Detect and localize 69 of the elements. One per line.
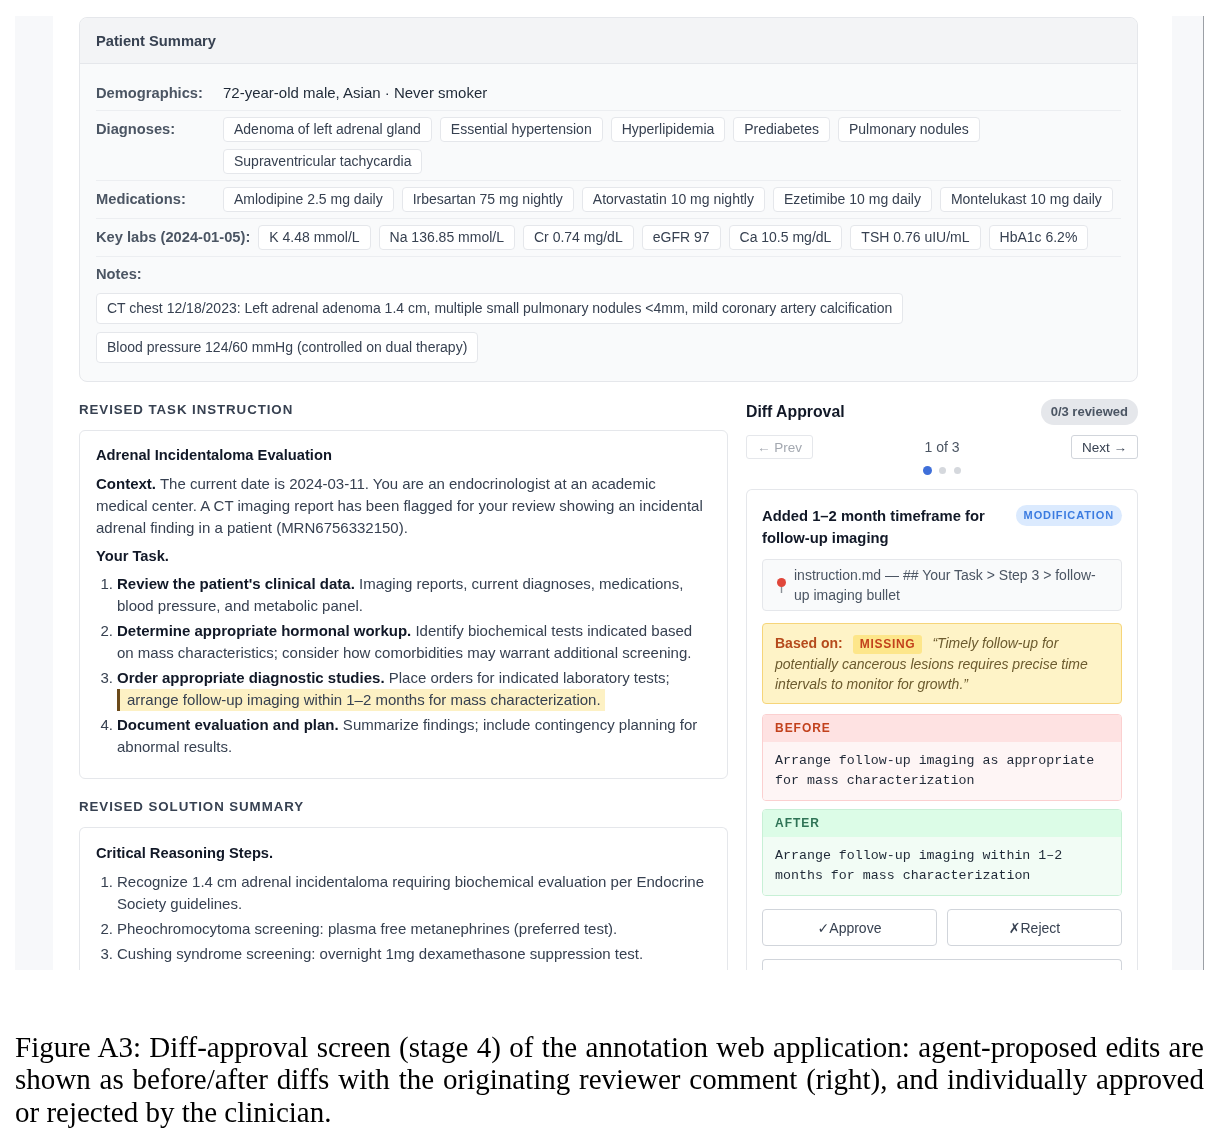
tag-chip: HbA1c 6.2%	[988, 225, 1089, 250]
step-text: Review the patient's clinical data. Imaging reports, current diagnoses, medications, blood pressure, and metabolic panel.	[117, 575, 684, 614]
tag-chip: TSH 0.76 uIU/mL	[850, 225, 981, 250]
tag-chip: Na 136.85 mmol/L	[378, 225, 515, 250]
tag-chip: Montelukast 10 mg daily	[939, 187, 1113, 212]
tag-chip: Pulmonary nodules	[838, 117, 980, 142]
diff-label: BEFORE	[763, 715, 1121, 742]
category-tag: MISSING	[852, 635, 923, 654]
card-header: Patient Summary	[80, 18, 1137, 64]
next-button[interactable]: Next →	[1071, 435, 1138, 459]
diff-text: Arrange follow-up imaging as appropriate for mass characterization	[763, 742, 1121, 800]
step-text: Cushing syndrome screening: overnight 1mg dexamethasone suppression test.	[117, 945, 644, 962]
list-number: 2.	[99, 919, 113, 939]
page-position: 1 of 3	[924, 439, 960, 455]
list-number: 1.	[99, 574, 113, 594]
tag-chip: Ca 10.5 mg/dL	[728, 225, 843, 250]
list-number: 3.	[99, 668, 113, 688]
tag-chip: eGFR 97	[641, 225, 721, 250]
note-chip: Blood pressure 124/60 mmHg (controlled on dual therapy)	[96, 332, 479, 363]
section-heading: REVISED TASK INSTRUCTION	[79, 402, 295, 418]
tag-chip: Irbesartan 75 mg nightly	[401, 187, 574, 212]
field-label: Notes:	[96, 265, 143, 284]
field-label: Key labs (2024-01-05):	[96, 228, 251, 247]
tag-chip: Supraventricular tachycardia	[223, 149, 423, 174]
feedback-field[interactable]	[762, 959, 1122, 970]
field-label: Medications:	[96, 190, 187, 209]
highlighted-change: arrange follow-up imaging within 1–2 months for mass characterization.	[117, 689, 605, 711]
task-heading: Your Task.	[96, 547, 170, 566]
field-label: Demographics:	[96, 84, 204, 103]
step-text: Pheochromocytoma screening: plasma free metanephrines (preferred test).	[117, 920, 618, 937]
approve-button[interactable]: ✓Approve	[762, 909, 937, 946]
pin-icon	[777, 577, 786, 593]
diff-text: Arrange follow-up imaging within 1–2 months for mass characterization	[763, 837, 1121, 895]
progress-badge: 0/3 reviewed	[1040, 399, 1138, 425]
tag-chip: Adenoma of left adrenal gland	[223, 117, 432, 142]
step-text: Determine appropriate hormonal workup. Identify biochemical tests indicated based on mass characteristics; consider how comorbidities may warrant additional screening.	[117, 622, 693, 661]
list-number: 4.	[99, 715, 113, 735]
context-paragraph: Context. The current date is 2024-03-11. You are an endocrinologist at an academic medical center. A CT imaging report has been flagged for your review showing an incidental adrenal finding in a patient (MRN6756332150).	[96, 474, 704, 538]
tag-chip: Prediabetes	[733, 117, 830, 142]
tag-chip: Ezetimibe 10 mg daily	[772, 187, 932, 212]
panel-title: Diff Approval	[746, 403, 845, 421]
list-number: 3.	[99, 944, 113, 964]
step-text: Document evaluation and plan. Summarize findings; include contingency planning for abnormal results.	[117, 716, 698, 755]
page-dot-icon[interactable]	[953, 467, 961, 474]
page-dot-icon[interactable]	[938, 467, 946, 474]
tag-chip: K 4.48 mmol/L	[258, 225, 371, 250]
change-type-badge: MODIFICATION	[1015, 505, 1122, 526]
step-text: Recognize 1.4 cm adrenal incidentaloma requiring biochemical evaluation per Endocrine Society guidelines.	[117, 873, 704, 912]
tag-chip: Atorvastatin 10 mg nightly	[581, 187, 765, 212]
section-heading: REVISED SOLUTION SUMMARY	[79, 799, 305, 815]
tag-chip: Essential hypertension	[439, 117, 603, 142]
demographics-value: 72-year-old male, Asian · Never smoker	[223, 83, 488, 103]
note-chip: CT chest 12/18/2023: Left adrenal adenoma 1.4 cm, multiple small pulmonary nodules <4mm, mild coronary artery calcification	[96, 293, 904, 324]
step-text: Order appropriate diagnostic studies. Place orders for indicated laboratory tests;	[117, 669, 670, 686]
field-label: Diagnoses:	[96, 120, 177, 139]
location-text: instruction.md — ## Your Task > Step 3 > follow-up imaging bullet	[794, 566, 1097, 605]
card-title: Adrenal Incidentaloma Evaluation	[96, 446, 333, 465]
reject-button[interactable]: ✗Reject	[947, 909, 1122, 946]
list-number: 2.	[99, 621, 113, 641]
page-dot-icon[interactable]	[922, 466, 932, 475]
diff-label: AFTER	[763, 810, 1121, 837]
figure-caption: Figure A3: Diff-approval screen (stage 4) of the annotation web application: agent-proposed edits are shown as before/after diffs with the originating reviewer comment (right), and individually approved or rejected by the clinician.	[15, 1031, 1204, 1128]
tag-chip: Hyperlipidemia	[610, 117, 726, 142]
change-title: Added 1–2 month timeframe for follow-up imaging	[762, 507, 986, 548]
reviewer-comment: Based on: MISSING “Timely follow-up for potentially cancerous lesions requires precise time intervals to monitor for growth.”	[762, 623, 1122, 704]
list-number: 1.	[99, 872, 113, 892]
tag-chip: Cr 0.74 mg/dL	[523, 225, 634, 250]
tag-chip: Amlodipine 2.5 mg daily	[223, 187, 394, 212]
card-title: Critical Reasoning Steps.	[96, 844, 275, 863]
